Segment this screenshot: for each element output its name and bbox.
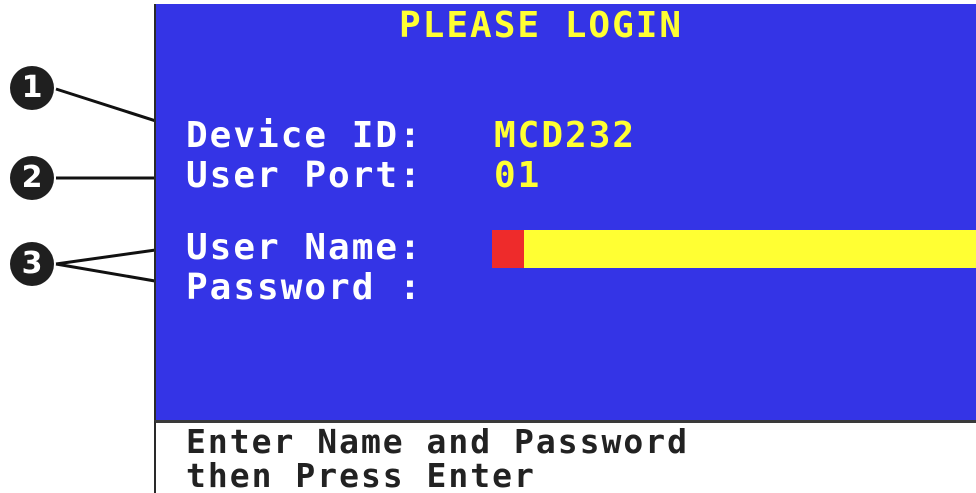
status-message-line-1: Enter Name and Password: [186, 422, 689, 461]
status-message-line-2: then Press Enter: [186, 456, 536, 493]
login-title: PLEASE LOGIN: [399, 5, 684, 46]
callout-badge-3: 3: [10, 242, 54, 286]
user-name-input[interactable]: [492, 230, 976, 268]
text-cursor: [492, 230, 524, 268]
user-port-value: 01: [494, 155, 542, 196]
status-bar: Enter Name and Password then Press Enter: [154, 420, 976, 493]
device-id-label: Device ID:: [186, 115, 423, 156]
callout-badge-2: 2: [10, 156, 54, 200]
user-port-label: User Port:: [186, 155, 423, 196]
user-name-label: User Name:: [186, 227, 423, 268]
device-id-value: MCD232: [494, 115, 637, 156]
osd-login-figure: 1 2 3 PLEASE LOGIN Device ID: MCD232 Use…: [0, 0, 976, 493]
callout-badge-1: 1: [10, 66, 54, 110]
login-screen: PLEASE LOGIN Device ID: MCD232 User Port…: [154, 4, 976, 420]
password-label: Password :: [186, 267, 423, 308]
